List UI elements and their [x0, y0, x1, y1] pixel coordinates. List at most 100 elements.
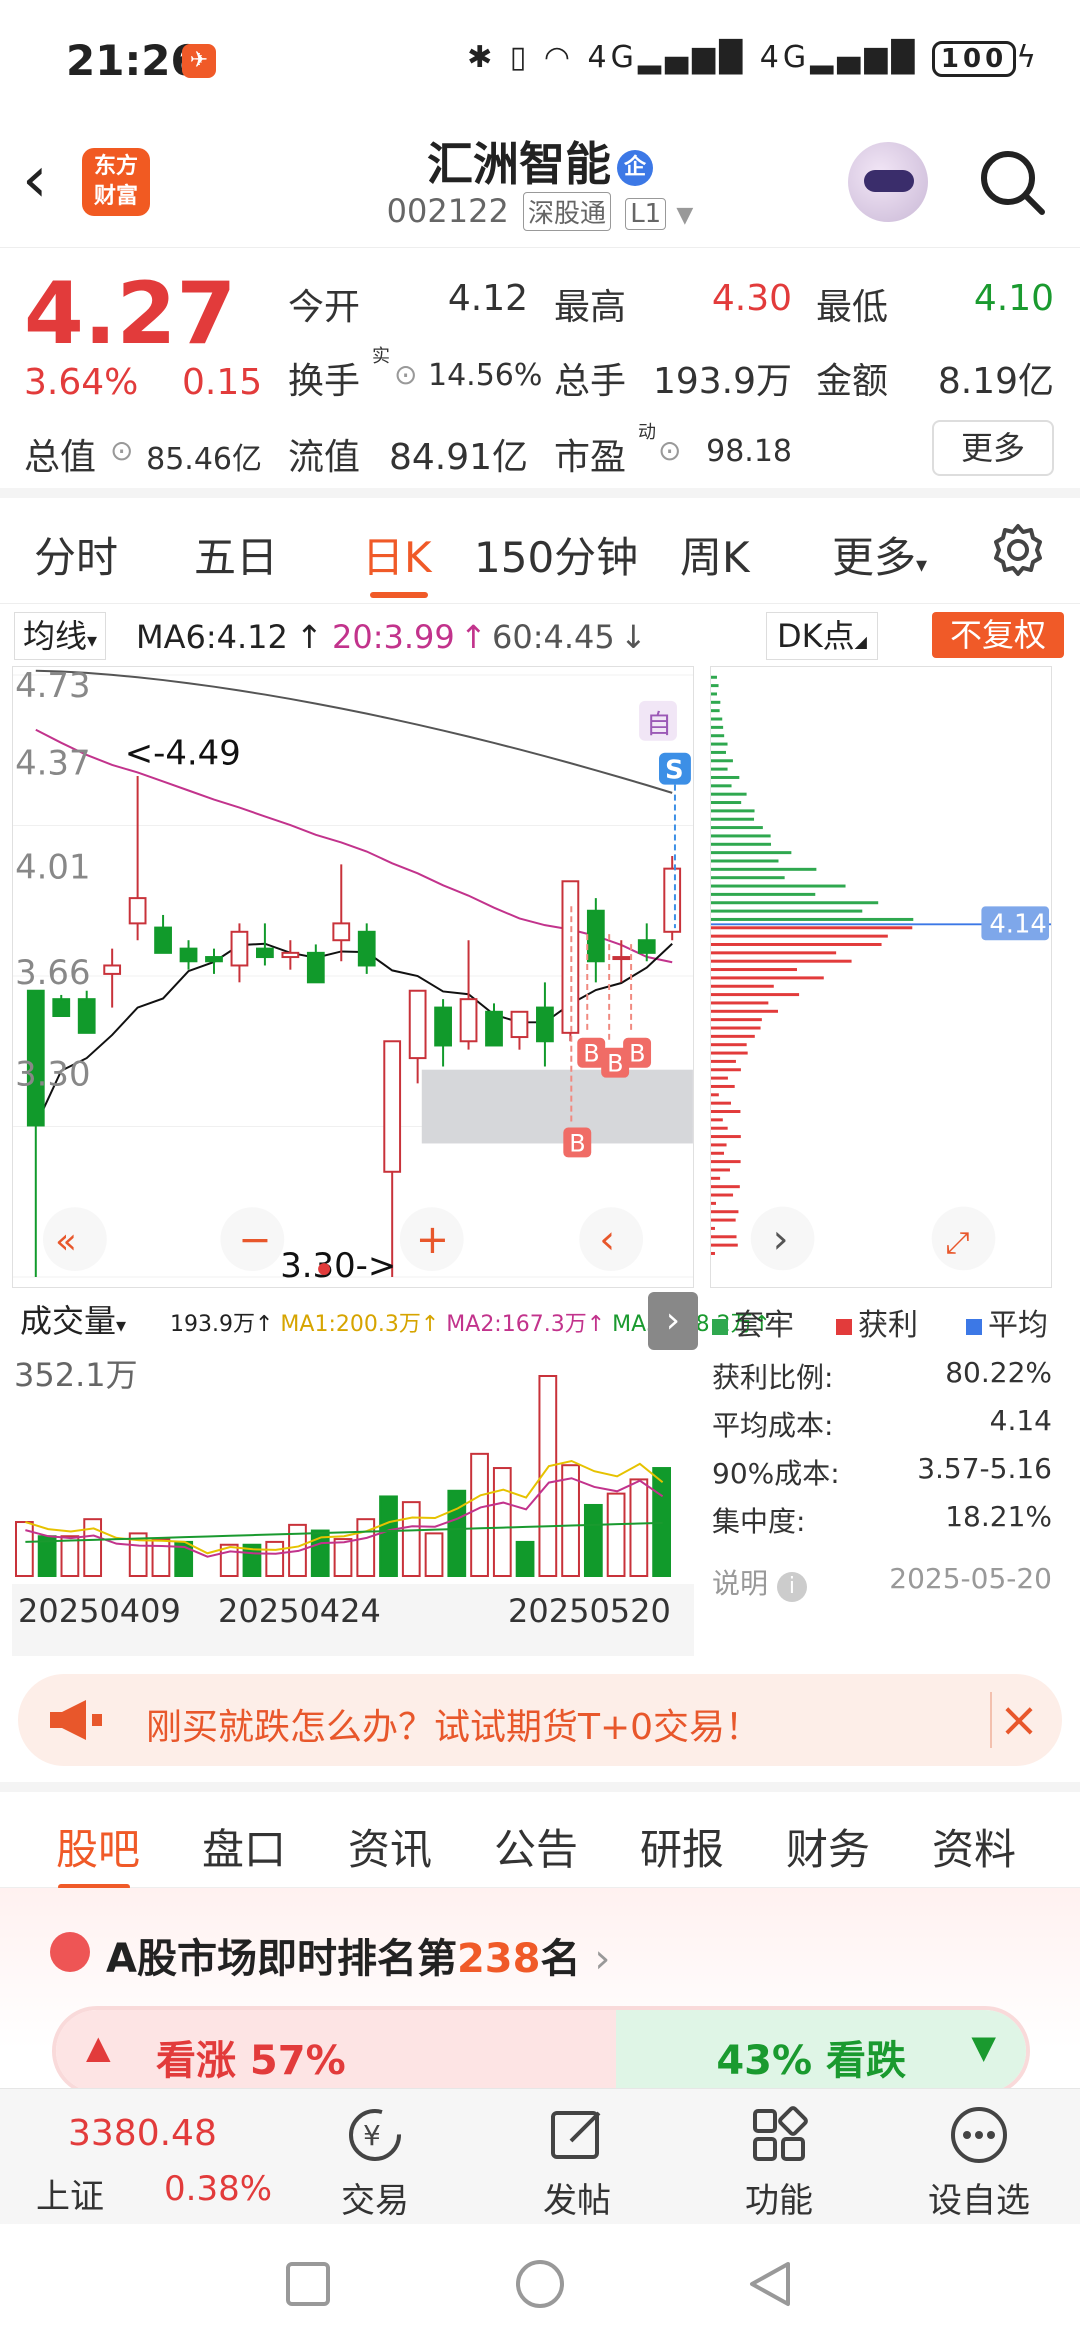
index-percent: 0.38%: [164, 2169, 273, 2209]
candle-body[interactable]: [281, 951, 300, 959]
volume-indicator-select[interactable]: 成交量▾: [20, 1296, 126, 1342]
nav-trade[interactable]: ¥ 交易: [300, 2103, 450, 2222]
chip-bar: [711, 934, 888, 938]
candle-body[interactable]: [230, 930, 249, 967]
tab-profile[interactable]: 资料: [932, 1816, 1016, 1877]
tab-150min[interactable]: 150分钟: [474, 524, 638, 585]
candle-body[interactable]: [77, 998, 96, 1034]
chip-bar: [711, 1235, 737, 1239]
recents-icon[interactable]: [284, 2260, 332, 2308]
candle-body[interactable]: [357, 930, 376, 967]
more-button[interactable]: 更多: [932, 420, 1054, 476]
index-widget[interactable]: 3380.48 上证 0.38%: [0, 2089, 273, 2225]
volume-chart[interactable]: 352.1万: [12, 1352, 694, 1580]
vote-down-icon[interactable]: ▼: [971, 2028, 996, 2066]
indicator-select-label: 均线: [23, 617, 88, 655]
chip-bar: [711, 734, 725, 738]
candle-body[interactable]: [256, 947, 274, 959]
vote-up-icon[interactable]: ▲: [86, 2028, 111, 2066]
tab-finance[interactable]: 财务: [786, 1816, 870, 1877]
candle-body[interactable]: [408, 989, 427, 1060]
candle-body[interactable]: [128, 897, 147, 925]
chip-bar: [711, 684, 719, 688]
volume-bar: [401, 1501, 421, 1578]
chip-bar: [711, 767, 728, 771]
vol-ma1: MA1:200.3万↑: [280, 1312, 440, 1337]
date-label-2: 20250424: [218, 1592, 381, 1630]
candle-body[interactable]: [179, 947, 198, 963]
chip-bar: [711, 1176, 721, 1180]
eye-icon-3[interactable]: ⊙: [658, 434, 681, 467]
tab-announcements[interactable]: 公告: [494, 1816, 578, 1877]
chip-bar: [711, 943, 882, 946]
tab-intraday[interactable]: 分时: [34, 524, 118, 585]
no-adjust-button[interactable]: 不复权: [932, 612, 1064, 658]
expand-arrow-button[interactable]: ›: [648, 1292, 698, 1350]
enterprise-badge: 企: [617, 149, 653, 186]
candle-body[interactable]: [637, 939, 656, 954]
tab-weekly-k[interactable]: 周K: [680, 524, 750, 585]
tab-more[interactable]: 更多▾: [832, 524, 927, 585]
close-icon[interactable]: ×: [990, 1692, 1046, 1748]
candle-body[interactable]: [332, 922, 351, 942]
chip-distribution[interactable]: 4.14 › ⤢: [710, 666, 1052, 1288]
candle-body[interactable]: [485, 1010, 503, 1047]
settings-gear-icon[interactable]: [990, 522, 1046, 578]
legend-swatch: [966, 1318, 982, 1335]
candle-body[interactable]: [154, 926, 172, 954]
stock-header: ‹ 东方 财富 汇洲智能企 002122 深股通 L1 ▼: [0, 120, 1080, 248]
chip-bar: [711, 1001, 769, 1005]
tab-orderbook[interactable]: 盘口: [202, 1816, 286, 1877]
promo-banner[interactable]: 刚买就跌怎么办？试试期货T+0交易！ ×: [18, 1674, 1062, 1766]
candle-body[interactable]: [52, 998, 71, 1017]
index-name: 上证: [36, 2177, 104, 2217]
chip-bar: [711, 1084, 735, 1088]
dk-point-select[interactable]: DK点◢: [766, 612, 878, 660]
nav-functions[interactable]: 功能: [704, 2103, 854, 2222]
robot-visor: [864, 170, 914, 192]
rank-card[interactable]: A股市场即时排名第238名 › ▲ 看涨 57% 43% 看跌 ▼: [0, 1888, 1080, 2096]
candlestick-chart[interactable]: 4.73 4.37 4.01 3.66 3.30 <-4.49 3.30-> 自…: [12, 666, 694, 1288]
legend-trapped: 套牢: [712, 1300, 794, 1344]
candle-body[interactable]: [306, 951, 325, 984]
vote-up-label: 看涨 57%: [156, 2038, 346, 2084]
candle-body[interactable]: [434, 1006, 452, 1047]
tab-five-day[interactable]: 五日: [194, 524, 278, 585]
nav-post[interactable]: 发帖: [502, 2103, 652, 2222]
notification-icon: ✈: [182, 44, 216, 78]
chart-bar-icon: [50, 1932, 90, 1972]
candle-body[interactable]: [663, 867, 682, 933]
candle-body[interactable]: [510, 1010, 529, 1039]
candle-body[interactable]: [383, 1040, 402, 1173]
tab-forum[interactable]: 股吧: [56, 1816, 140, 1877]
chevron-left-icon: ‹: [599, 1217, 615, 1263]
tab-daily-k[interactable]: 日K: [362, 524, 432, 585]
low-label: 最低: [816, 287, 889, 328]
indicator-select[interactable]: 均线▾: [14, 612, 107, 660]
float-label: 流值: [288, 437, 361, 478]
candle-body[interactable]: [586, 909, 605, 963]
turnover-value: 14.56%: [428, 358, 543, 393]
search-icon[interactable]: [976, 146, 1048, 218]
volume-header: 成交量▾ 193.9万↑ MA1:200.3万↑ MA2:167.3万↑ MA3…: [12, 1292, 771, 1350]
double-left-icon: «: [55, 1221, 77, 1262]
tab-research[interactable]: 研报: [640, 1816, 724, 1877]
candle-body[interactable]: [205, 956, 223, 963]
eye-icon-2[interactable]: ⊙: [110, 434, 133, 467]
home-icon[interactable]: [514, 2258, 566, 2310]
stat-label: 集中度:: [712, 1505, 806, 1538]
candle-body[interactable]: [536, 1006, 554, 1043]
eye-icon[interactable]: ⊙: [394, 358, 417, 391]
chip-note[interactable]: 说明 i 2025-05-20: [712, 1562, 1052, 1602]
tab-more-label: 更多: [832, 533, 917, 582]
chip-bar: [711, 968, 797, 972]
candle-body[interactable]: [459, 998, 478, 1043]
tab-news[interactable]: 资讯: [348, 1816, 432, 1877]
legend-profit: 获利: [836, 1300, 918, 1344]
nav-watchlist[interactable]: 设自选: [904, 2103, 1054, 2222]
network-type: 4G: [587, 40, 638, 75]
candle-body[interactable]: [103, 964, 122, 975]
candle-body[interactable]: [612, 956, 631, 961]
volume-bar: [583, 1503, 603, 1578]
back-nav-icon[interactable]: [746, 2258, 794, 2310]
